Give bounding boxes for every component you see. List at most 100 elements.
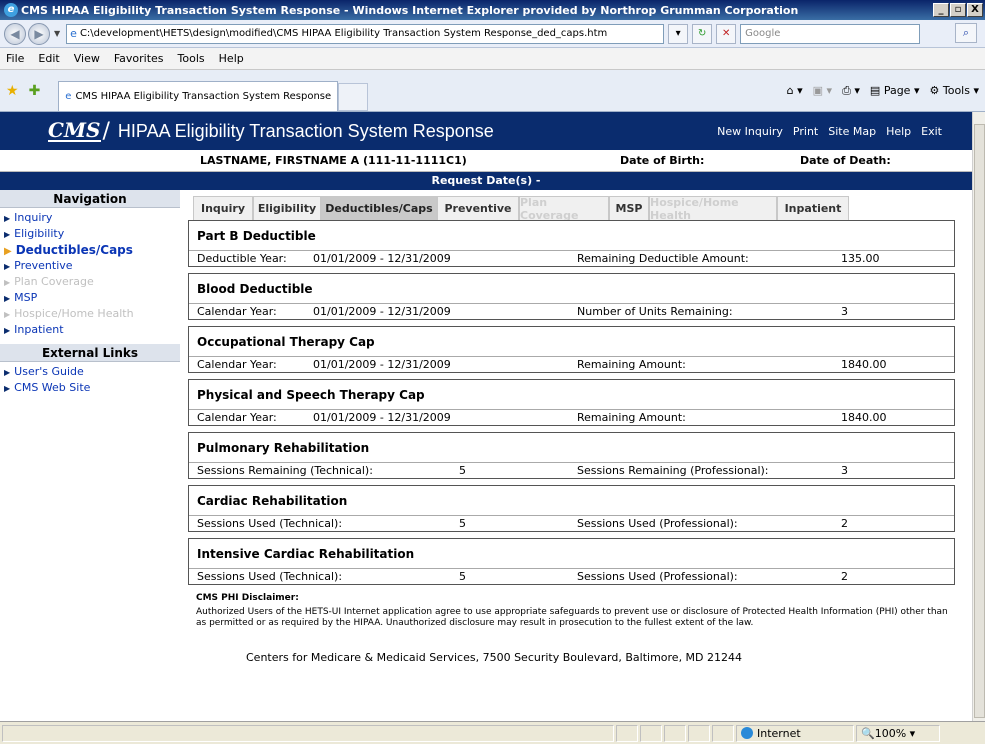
page-menu-icon: ▤: [869, 84, 881, 97]
external-links-heading: External Links: [0, 344, 180, 362]
nav-arrow-icon: ▶: [4, 368, 11, 377]
nav-item-msp[interactable]: ▶ MSP: [4, 290, 180, 306]
address-field[interactable]: e C:\development\HETS\design\modified\CM…: [66, 23, 665, 44]
minimize-button[interactable]: _: [933, 3, 949, 17]
card-value-2: 2: [841, 570, 848, 583]
card-value-2: 3: [841, 464, 848, 477]
address-toolbar: ◀ ▶ ▼ e C:\development\HETS\design\modif…: [0, 20, 985, 48]
tab-inquiry[interactable]: Inquiry: [193, 196, 253, 220]
status-pane: [640, 724, 662, 742]
print-link[interactable]: Print: [793, 125, 818, 138]
help-link[interactable]: Help: [886, 125, 911, 138]
nav-item-label: Plan Coverage: [14, 275, 94, 288]
card-label-1: Sessions Remaining (Technical):: [197, 464, 373, 477]
nav-item-label: Inquiry: [14, 211, 53, 224]
section-tabs: Inquiry Eligibility Deductibles/Caps Pre…: [188, 190, 955, 222]
card-divider: [189, 409, 954, 410]
nav-item-inquiry[interactable]: ▶ Inquiry: [4, 210, 180, 226]
status-bar: Internet 🔍100% ▾: [0, 721, 985, 744]
stop-icon[interactable]: ✕: [716, 23, 737, 44]
external-link-label: CMS Web Site: [14, 381, 91, 394]
window-titlebar: e CMS HIPAA Eligibility Transaction Syst…: [0, 0, 985, 20]
tab-inpatient[interactable]: Inpatient: [777, 196, 849, 220]
address-dropdown-icon[interactable]: ▾: [668, 23, 689, 44]
scrollbar-thumb[interactable]: [974, 124, 985, 718]
card-value-1: 5: [459, 570, 466, 583]
card-divider: [189, 568, 954, 569]
card-label-2: Sessions Used (Professional):: [577, 570, 738, 583]
search-icon[interactable]: ⌕: [955, 23, 977, 43]
print-icon[interactable]: ⎙ ▾: [842, 84, 860, 98]
feeds-icon[interactable]: ▣ ▾: [813, 84, 832, 97]
card-value-2: 2: [841, 517, 848, 530]
dob-label: Date of Birth:: [620, 154, 705, 167]
back-button[interactable]: ◀: [4, 22, 26, 45]
search-input[interactable]: Google: [740, 23, 921, 44]
card-physical-speech-therapy-cap: Physical and Speech Therapy Cap Calendar…: [188, 379, 955, 426]
nav-item-inpatient[interactable]: ▶ Inpatient: [4, 322, 180, 338]
phi-disclaimer: CMS PHI Disclaimer: Authorized Users of …: [188, 593, 948, 629]
card-label-1: Sessions Used (Technical):: [197, 517, 343, 530]
security-zone[interactable]: Internet: [736, 724, 854, 742]
page-footer: Centers for Medicare & Medicaid Services…: [246, 651, 743, 664]
menu-view[interactable]: View: [74, 52, 100, 65]
nav-arrow-icon: ▶: [4, 294, 11, 303]
nav-item-label: Hospice/Home Health: [14, 307, 134, 320]
card-divider: [189, 303, 954, 304]
favorites-star-icon[interactable]: ★: [6, 83, 19, 99]
refresh-icon[interactable]: ↻: [692, 23, 713, 44]
status-pane: [712, 724, 734, 742]
card-value-2: 3: [841, 305, 848, 318]
new-inquiry-link[interactable]: New Inquiry: [717, 125, 783, 138]
card-label-2: Remaining Amount:: [577, 411, 686, 424]
menu-help[interactable]: Help: [219, 52, 244, 65]
add-favorites-icon[interactable]: ✚: [29, 83, 41, 99]
menu-favorites[interactable]: Favorites: [114, 52, 164, 65]
site-map-link[interactable]: Site Map: [828, 125, 876, 138]
nav-item-label: Deductibles/Caps: [15, 243, 133, 257]
new-tab-button[interactable]: [338, 82, 369, 111]
nav-arrow-icon: ▶: [4, 384, 11, 393]
browser-tab[interactable]: e CMS HIPAA Eligibility Transaction Syst…: [58, 80, 339, 111]
forward-button[interactable]: ▶: [28, 22, 50, 45]
card-label-1: Calendar Year:: [197, 305, 277, 318]
card-title: Physical and Speech Therapy Cap: [197, 388, 425, 402]
menu-tools[interactable]: Tools: [178, 52, 205, 65]
tab-preventive[interactable]: Preventive: [437, 196, 519, 220]
external-links-list: ▶ User's Guide ▶ CMS Web Site: [0, 362, 180, 402]
tab-eligibility[interactable]: Eligibility: [253, 196, 321, 220]
tools-menu[interactable]: ⚙ Tools ▾: [929, 84, 979, 97]
zoom-icon: 🔍: [861, 726, 875, 740]
vertical-scrollbar[interactable]: [972, 112, 985, 721]
zone-label: Internet: [757, 726, 801, 740]
card-title: Cardiac Rehabilitation: [197, 494, 348, 508]
nav-arrow-icon: ▶: [4, 262, 11, 271]
card-value-1: 01/01/2009 - 12/31/2009: [313, 358, 451, 371]
home-icon[interactable]: ⌂ ▾: [787, 84, 803, 97]
site-banner: CMS / HIPAA Eligibility Transaction Syst…: [0, 112, 972, 150]
tab-deductibles-caps[interactable]: Deductibles/Caps: [321, 196, 437, 220]
status-pane: [664, 724, 686, 742]
external-link-label: User's Guide: [14, 365, 84, 378]
exit-link[interactable]: Exit: [921, 125, 942, 138]
card-value-2: 1840.00: [841, 358, 887, 371]
card-intensive-cardiac-rehabilitation: Intensive Cardiac Rehabilitation Session…: [188, 538, 955, 585]
page-menu[interactable]: ▤ Page ▾: [870, 84, 920, 97]
close-button[interactable]: X: [967, 3, 983, 17]
menu-file[interactable]: File: [6, 52, 24, 65]
card-label-1: Deductible Year:: [197, 252, 287, 265]
tab-msp[interactable]: MSP: [609, 196, 649, 220]
card-divider: [189, 515, 954, 516]
users-guide-link[interactable]: ▶ User's Guide: [4, 364, 180, 380]
card-cardiac-rehabilitation: Cardiac Rehabilitation Sessions Used (Te…: [188, 485, 955, 532]
nav-item-label: MSP: [14, 291, 38, 304]
status-text-pane: [2, 724, 614, 742]
menu-edit[interactable]: Edit: [38, 52, 59, 65]
zoom-control[interactable]: 🔍100% ▾: [856, 724, 940, 742]
nav-item-deductibles-caps[interactable]: ▶ Deductibles/Caps: [4, 242, 180, 258]
history-dropdown-icon[interactable]: ▼: [54, 29, 60, 38]
nav-item-eligibility[interactable]: ▶ Eligibility: [4, 226, 180, 242]
maximize-button[interactable]: ▫: [950, 3, 966, 17]
nav-item-preventive[interactable]: ▶ Preventive: [4, 258, 180, 274]
cms-web-site-link[interactable]: ▶ CMS Web Site: [4, 380, 180, 396]
